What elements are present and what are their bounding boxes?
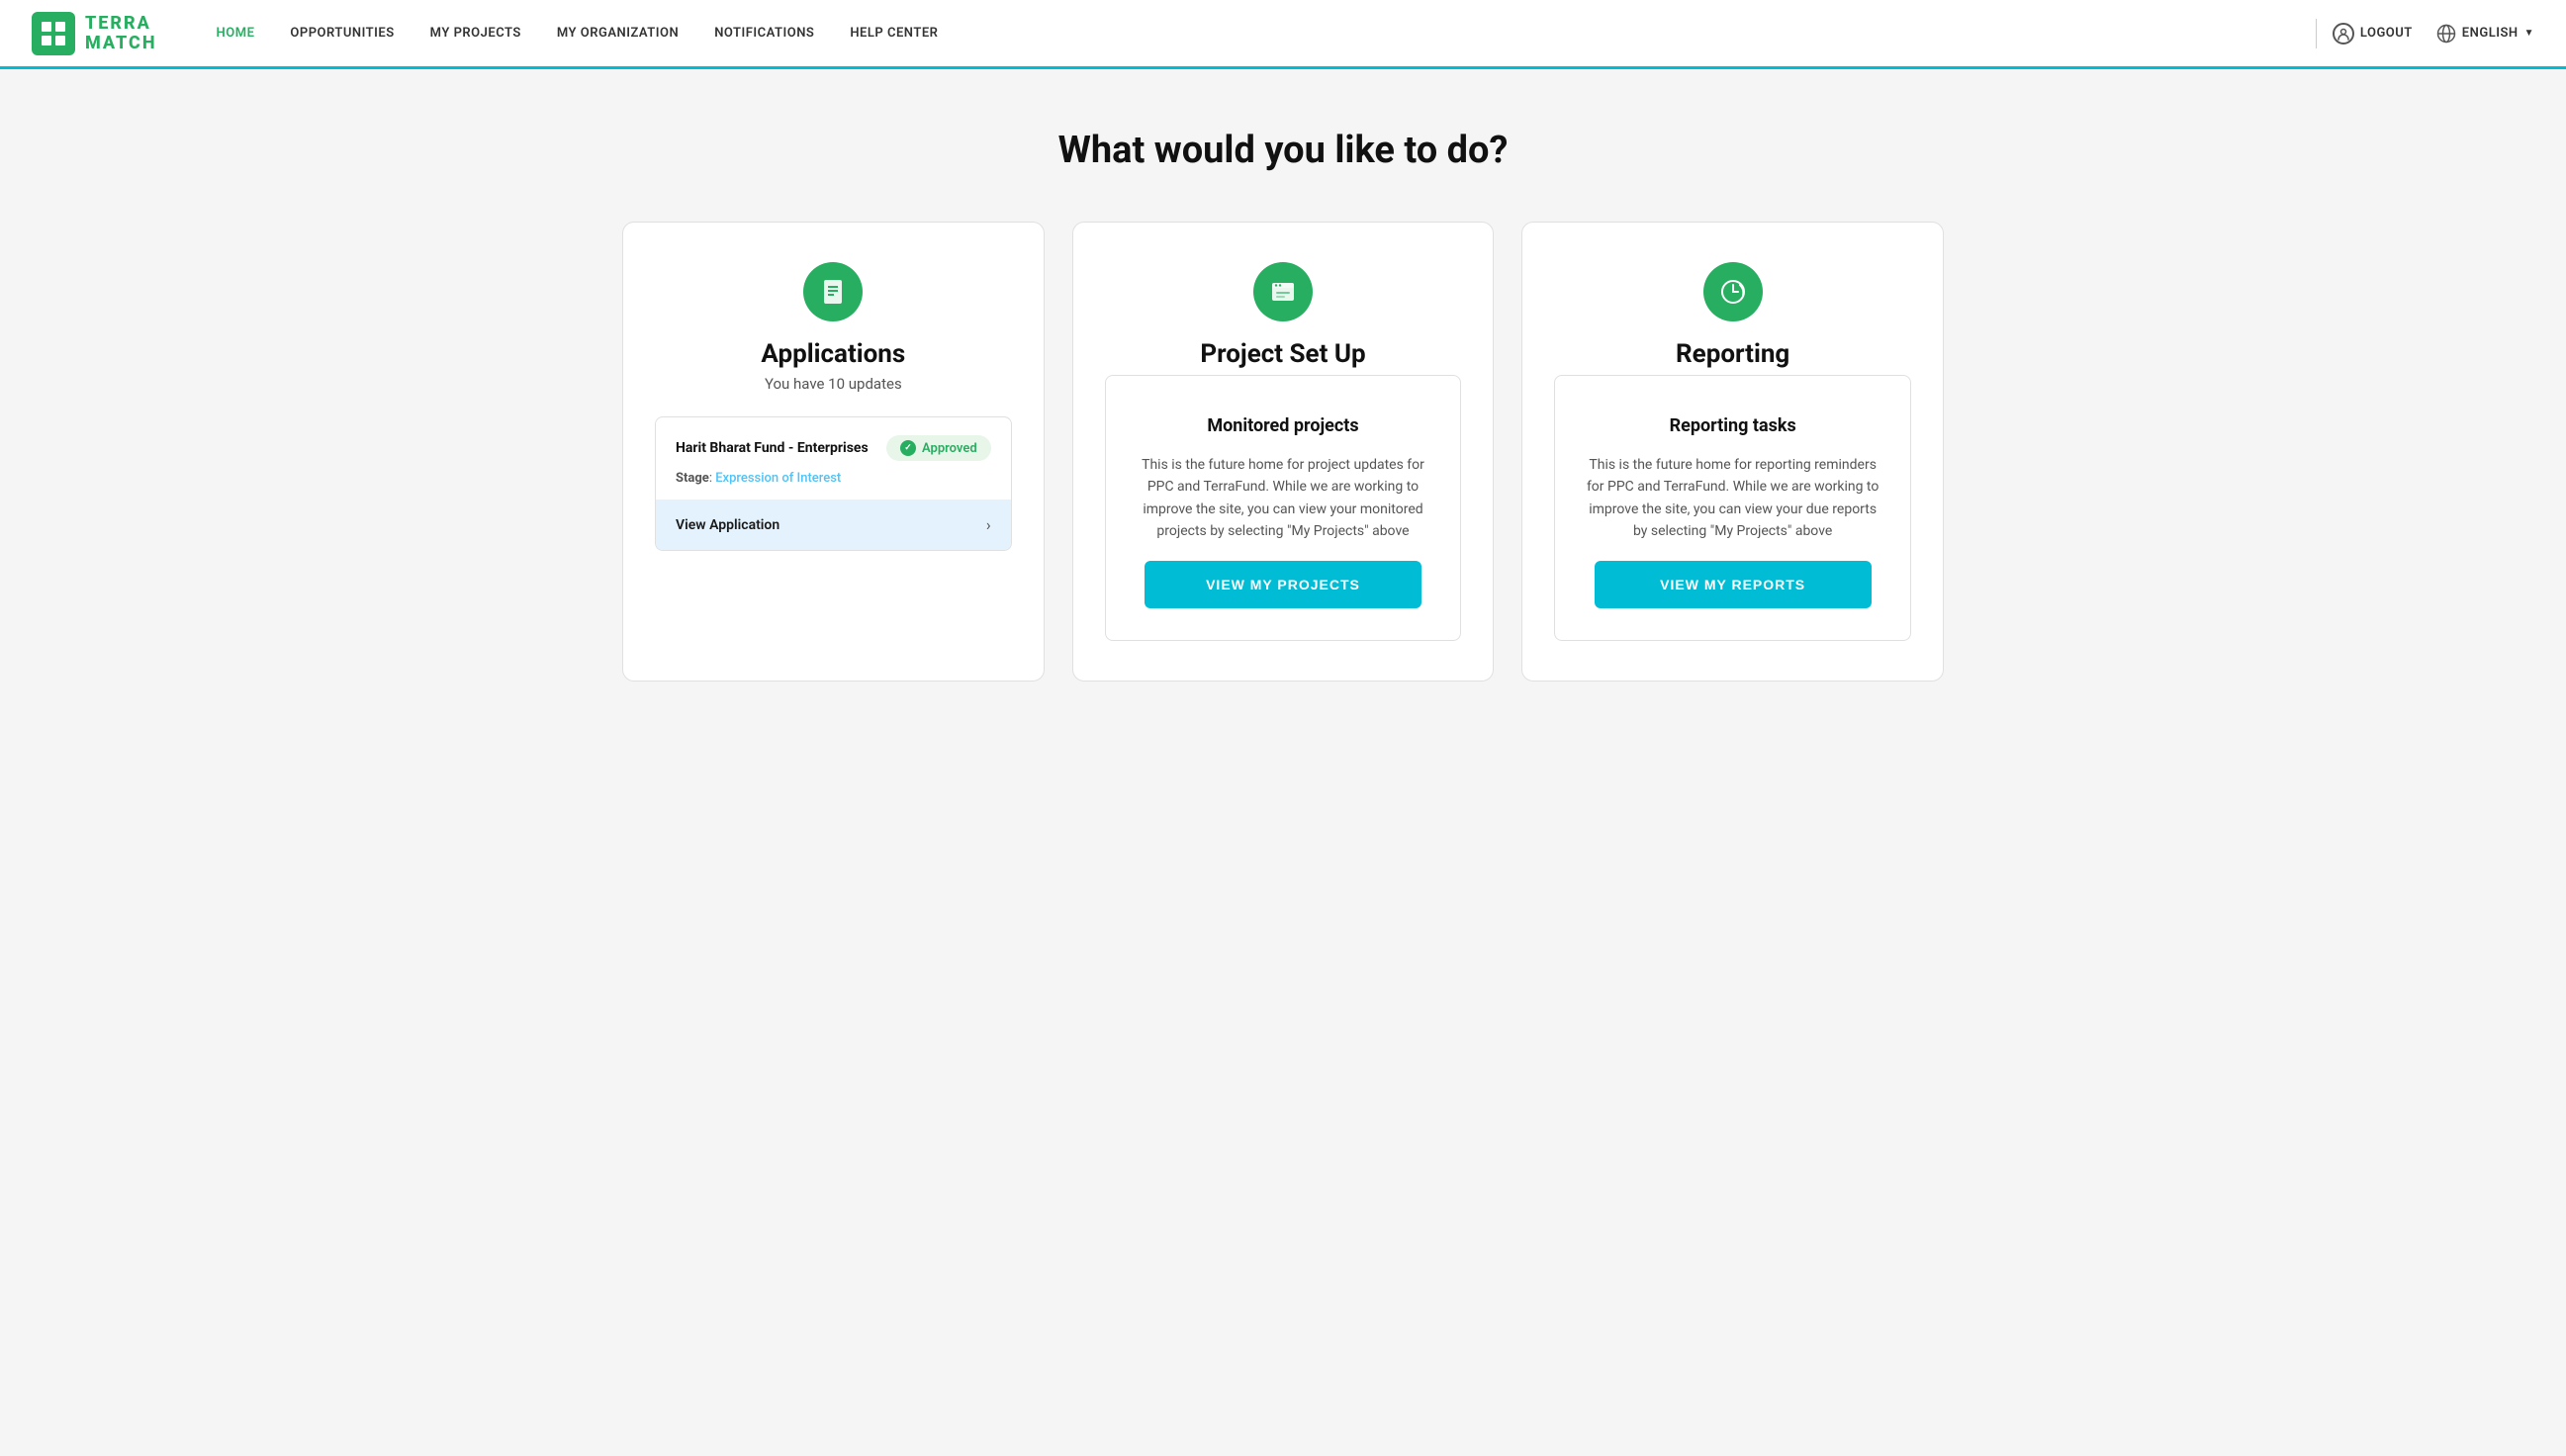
- project-setup-icon-circle: [1253, 262, 1313, 321]
- applications-updates: You have 10 updates: [765, 375, 902, 393]
- project-setup-title: Project Set Up: [1200, 339, 1365, 369]
- nav-divider: [2316, 19, 2317, 48]
- nav-my-organization[interactable]: MY ORGANIZATION: [557, 26, 679, 41]
- logo-icon: [32, 12, 75, 55]
- view-application-label: View Application: [676, 517, 779, 533]
- view-my-projects-button[interactable]: VIEW MY PROJECTS: [1145, 561, 1421, 608]
- nav-links: HOME OPPORTUNITIES MY PROJECTS MY ORGANI…: [217, 26, 2300, 41]
- project-setup-inner-card: Monitored projects This is the future ho…: [1105, 375, 1462, 641]
- nav-my-projects[interactable]: MY PROJECTS: [430, 26, 521, 41]
- chevron-right-icon: ›: [986, 515, 991, 534]
- logout-label: LOGOUT: [2360, 26, 2413, 41]
- approved-badge-label: Approved: [922, 441, 977, 456]
- reporting-icon-circle: [1703, 262, 1763, 321]
- view-my-reports-button[interactable]: VIEW MY REPORTS: [1595, 561, 1872, 608]
- reporting-tasks-desc: This is the future home for reporting re…: [1583, 454, 1882, 543]
- applications-icon-circle: [803, 262, 863, 321]
- stage-label: Stage: [676, 471, 709, 486]
- view-application-button[interactable]: View Application ›: [656, 500, 1011, 550]
- nav-opportunities[interactable]: OPPORTUNITIES: [290, 26, 394, 41]
- stage-value: Expression of Interest: [715, 471, 841, 486]
- logout-button[interactable]: LOGOUT: [2333, 23, 2413, 45]
- cards-row: Applications You have 10 updates Harit B…: [622, 222, 1944, 682]
- logo[interactable]: TERRA MATCH: [32, 12, 157, 55]
- language-label: ENGLISH: [2462, 26, 2519, 41]
- reporting-card: Reporting Reporting tasks This is the fu…: [1521, 222, 1944, 682]
- app-item-stage: Stage: Expression of Interest: [656, 471, 1011, 500]
- logo-terra: TERRA: [85, 14, 157, 34]
- approved-badge: ✓ Approved: [886, 435, 991, 461]
- applications-card: Applications You have 10 updates Harit B…: [622, 222, 1045, 682]
- application-item: Harit Bharat Fund - Enterprises ✓ Approv…: [655, 416, 1012, 551]
- language-button[interactable]: ENGLISH ▼: [2436, 24, 2534, 44]
- nav-help-center[interactable]: HELP CENTER: [850, 26, 938, 41]
- nav-notifications[interactable]: NOTIFICATIONS: [714, 26, 814, 41]
- monitored-projects-title: Monitored projects: [1207, 415, 1358, 436]
- reporting-tasks-title: Reporting tasks: [1670, 415, 1796, 436]
- page-title: What would you like to do?: [622, 129, 1944, 172]
- monitored-projects-desc: This is the future home for project upda…: [1134, 454, 1433, 543]
- nav-right: LOGOUT ENGLISH ▼: [2333, 23, 2534, 45]
- chevron-down-icon: ▼: [2524, 28, 2534, 39]
- nav-home[interactable]: HOME: [217, 26, 255, 41]
- navbar: TERRA MATCH HOME OPPORTUNITIES MY PROJEC…: [0, 0, 2566, 69]
- reporting-inner-card: Reporting tasks This is the future home …: [1554, 375, 1911, 641]
- logout-icon: [2333, 23, 2354, 45]
- applications-title: Applications: [761, 339, 905, 369]
- approved-badge-icon: ✓: [900, 440, 916, 456]
- reporting-title: Reporting: [1676, 339, 1789, 369]
- app-item-header: Harit Bharat Fund - Enterprises ✓ Approv…: [656, 417, 1011, 471]
- globe-icon: [2436, 24, 2456, 44]
- logo-match: MATCH: [85, 34, 157, 53]
- app-item-name: Harit Bharat Fund - Enterprises: [676, 440, 869, 456]
- project-setup-card: Project Set Up Monitored projects This i…: [1072, 222, 1495, 682]
- logo-text: TERRA MATCH: [85, 14, 157, 53]
- main-content: What would you like to do? Applications …: [591, 69, 1975, 721]
